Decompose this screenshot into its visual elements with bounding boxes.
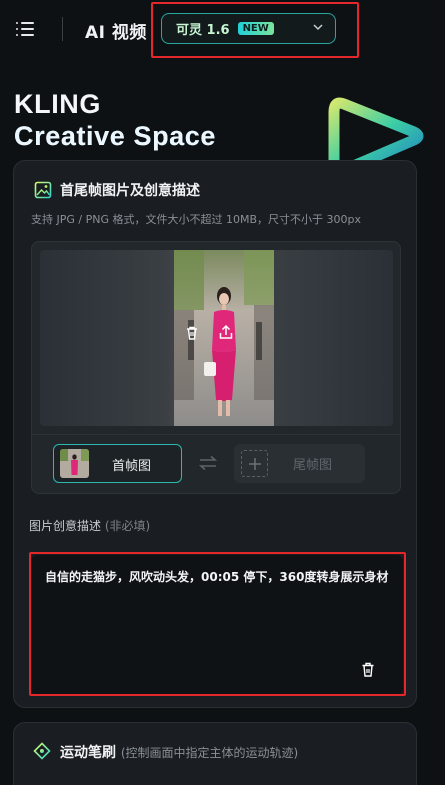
tab-last-frame[interactable]: 尾帧图 [234,444,365,483]
image-upload-area[interactable]: 首帧图 尾帧图 [31,241,401,494]
hero-line-1: KLING [14,89,101,119]
chevron-down-icon [313,24,323,31]
header-divider [62,17,63,41]
description-textarea[interactable]: 自信的走猫步，风吹动头发，00:05 停下，360度转身展示身材 [31,555,403,695]
upload-icon[interactable] [218,324,234,340]
upload-card: 首尾帧图片及创意描述 支持 JPG / PNG 格式，文件大小不超过 10MB，… [13,160,417,708]
swap-icon[interactable] [198,455,218,471]
motion-brush-subtitle: (控制画面中指定主体的运动轨迹) [120,746,299,760]
model-select-dropdown[interactable]: 可灵 1.6 NEW [161,13,336,44]
upload-section-title: 首尾帧图片及创意描述 [60,183,200,199]
frame-tabs: 首帧图 尾帧图 [32,434,400,493]
top-bar: AI 视频 可灵 1.6 NEW [0,0,445,60]
first-frame-label: 首帧图 [112,459,152,474]
motion-brush-title-text: 运动笔刷 [60,745,116,761]
trash-icon[interactable] [361,662,375,677]
motion-brush-icon [33,742,51,760]
delete-icon[interactable] [184,325,200,341]
plus-icon [249,458,261,470]
motion-brush-title: 运动笔刷 (控制画面中指定主体的运动轨迹) [60,742,298,762]
page-title: AI 视频 [85,23,147,43]
image-icon [34,181,52,199]
description-optional: (非必填) [104,519,151,533]
add-last-frame[interactable] [241,450,268,477]
new-badge: NEW [237,22,274,35]
motion-brush-card: 运动笔刷 (控制画面中指定主体的运动轨迹) [13,722,417,785]
image-preview [40,250,393,426]
tab-first-frame[interactable]: 首帧图 [53,444,182,483]
description-label-text: 图片创意描述 [29,519,102,533]
menu-icon[interactable] [16,21,34,37]
last-frame-label: 尾帧图 [293,458,333,473]
upload-hint: 支持 JPG / PNG 格式，文件大小不超过 10MB，尺寸不小于 300px [31,213,361,226]
hero-line-2: Creative Space [14,121,217,151]
description-label: 图片创意描述 (非必填) [29,517,150,534]
first-frame-thumbnail [60,449,89,478]
hero-heading: KLING Creative Space [14,88,216,152]
model-name: 可灵 1.6 [176,23,230,38]
